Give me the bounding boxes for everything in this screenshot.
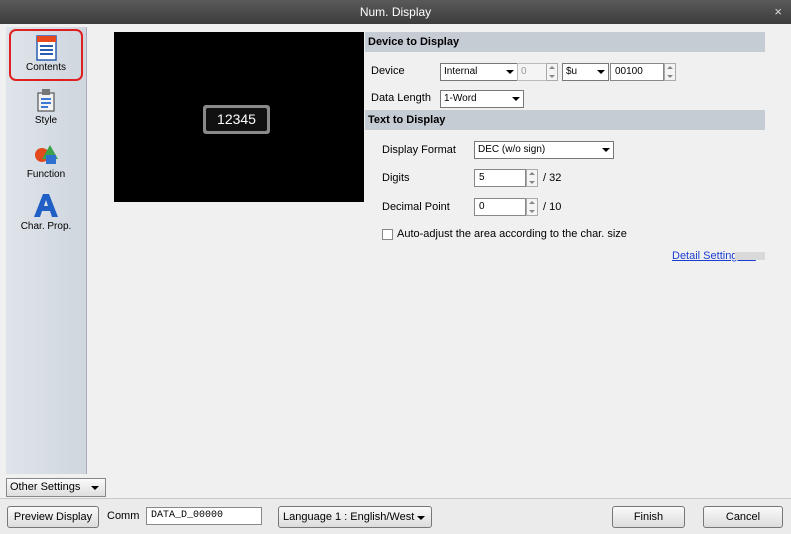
preview-display-button[interactable]: Preview Display xyxy=(7,506,99,528)
sidebar: Contents Style Function Char. Prop. xyxy=(6,27,87,474)
device-type-dropdown[interactable]: Internal xyxy=(440,63,518,81)
device-address-spinner[interactable] xyxy=(664,63,676,81)
device-index-value: 0 xyxy=(521,66,527,77)
device-address-field[interactable]: 00100 xyxy=(610,63,664,81)
chevron-down-icon xyxy=(91,486,99,490)
sidebar-item-function[interactable]: Function xyxy=(6,139,86,180)
function-icon xyxy=(35,145,58,164)
auto-adjust-label: Auto-adjust the area according to the ch… xyxy=(397,228,627,240)
data-length-value: 1-Word xyxy=(444,93,477,104)
comm-label: Comm xyxy=(107,510,140,522)
decimal-point-spinner[interactable] xyxy=(526,198,538,216)
data-length-dropdown[interactable]: 1-Word xyxy=(440,90,524,108)
auto-adjust-checkbox[interactable] xyxy=(382,229,393,240)
digits-field[interactable]: 5 xyxy=(474,169,526,187)
device-prefix-value: $u xyxy=(566,66,578,77)
display-format-value: DEC (w/o sign) xyxy=(478,144,546,155)
char-prop-icon xyxy=(34,194,58,217)
digits-label: Digits xyxy=(382,172,410,184)
finish-button[interactable]: Finish xyxy=(612,506,685,528)
sidebar-item-char-prop[interactable]: Char. Prop. xyxy=(6,191,86,232)
comm-field[interactable]: DATA_D_00000 xyxy=(146,507,262,525)
sidebar-item-style[interactable]: Style xyxy=(6,85,86,126)
title-bar: Num. Display × xyxy=(0,0,791,24)
chevron-down-icon xyxy=(417,516,425,520)
other-settings-label: Other Settings xyxy=(10,481,81,493)
decimal-point-field[interactable]: 0 xyxy=(474,198,526,216)
preview-value: 12345 xyxy=(206,108,267,131)
language-dropdown[interactable]: Language 1 : English/West xyxy=(278,506,432,528)
window-title: Num. Display xyxy=(359,5,432,19)
cancel-button[interactable]: Cancel xyxy=(703,506,783,528)
sidebar-item-label: Function xyxy=(26,169,66,180)
digits-max: / 32 xyxy=(543,172,562,184)
link-underline-bar xyxy=(735,252,765,260)
language-value: Language 1 : English/West xyxy=(283,511,415,523)
chevron-down-icon xyxy=(512,97,520,101)
device-prefix-dropdown[interactable]: $u xyxy=(562,63,609,81)
sidebar-item-label: Char. Prop. xyxy=(20,221,72,232)
chevron-down-icon xyxy=(602,148,610,152)
style-icon xyxy=(37,89,55,112)
data-length-label: Data Length xyxy=(371,92,431,104)
close-icon[interactable]: × xyxy=(774,4,782,19)
chevron-down-icon xyxy=(597,70,605,74)
device-index-field: 0 xyxy=(517,63,547,81)
device-index-spinner xyxy=(546,63,558,81)
digits-spinner[interactable] xyxy=(526,169,538,187)
sidebar-item-label: Style xyxy=(34,115,58,126)
section-header-text: Text to Display xyxy=(365,110,765,130)
chevron-down-icon xyxy=(506,70,514,74)
display-format-label: Display Format xyxy=(382,144,456,156)
display-format-dropdown[interactable]: DEC (w/o sign) xyxy=(474,141,614,159)
preview-numeric-display: 12345 xyxy=(203,105,270,134)
device-type-value: Internal xyxy=(444,66,478,77)
section-header-device: Device to Display xyxy=(365,32,765,52)
decimal-point-max: / 10 xyxy=(543,201,562,213)
decimal-point-label: Decimal Point xyxy=(382,201,450,213)
sidebar-item-contents[interactable]: Contents xyxy=(6,29,86,81)
device-label: Device xyxy=(371,65,405,77)
selection-highlight xyxy=(9,29,83,81)
other-settings-dropdown[interactable]: Other Settings xyxy=(6,478,106,497)
